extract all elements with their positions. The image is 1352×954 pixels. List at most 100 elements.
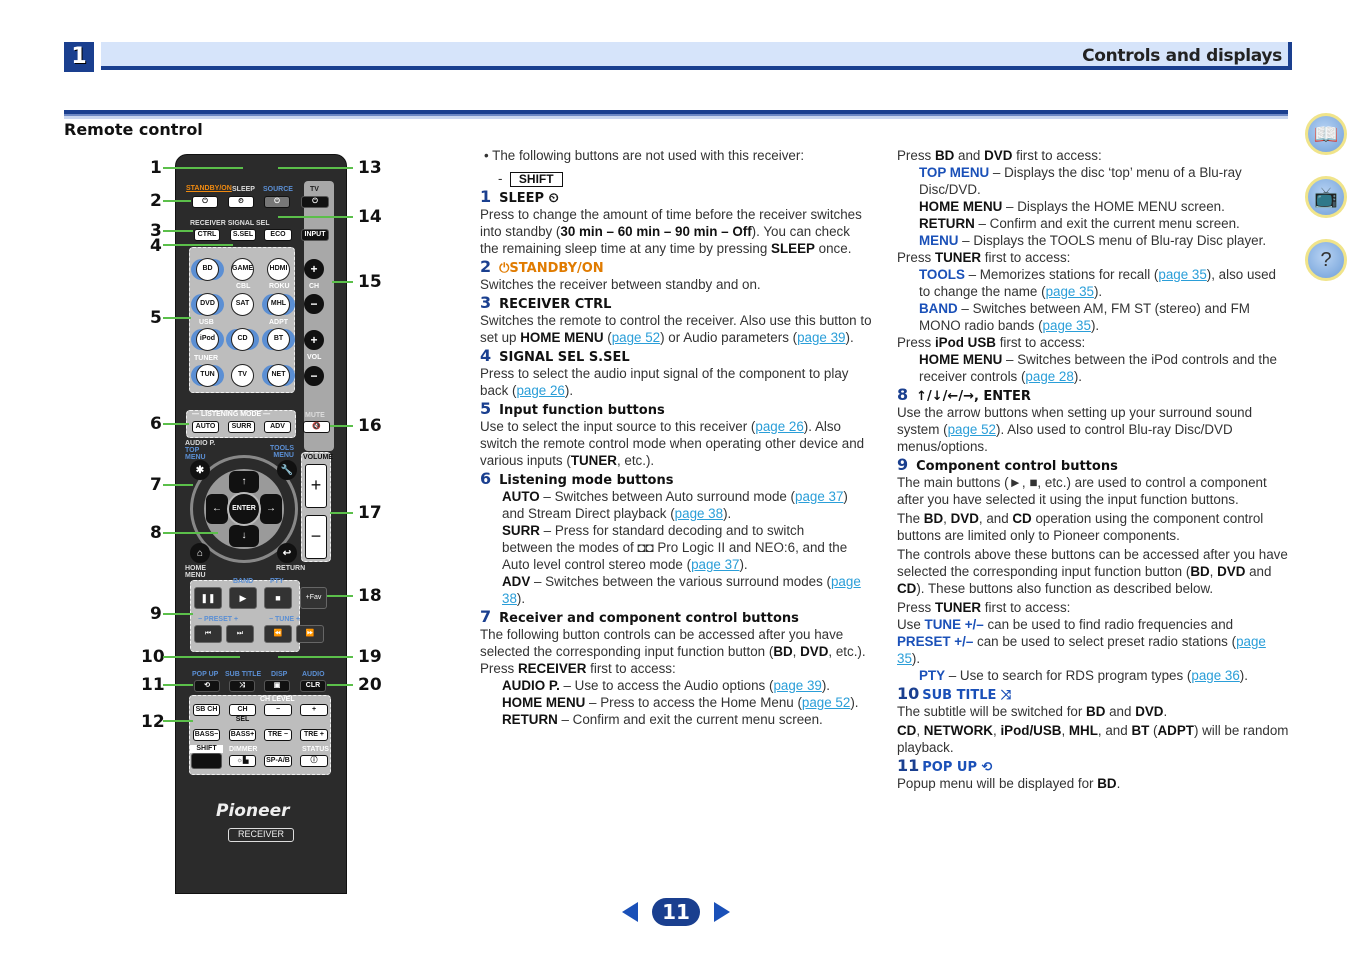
shift-button[interactable] [191,753,222,769]
audio-p-button[interactable]: ✱ [190,460,210,480]
return-desc: RETURN – Confirm and exit the current me… [502,712,823,727]
bd-button[interactable]: BD [196,258,219,281]
ch-sel-button[interactable]: CH SEL [229,704,256,723]
bt-button[interactable]: BT [267,328,290,351]
next-page-arrow-icon[interactable] [714,902,730,922]
sleep-button[interactable]: ⏲ [228,196,254,208]
callout-10: 10 [141,647,165,667]
net-button[interactable]: NET [267,364,290,387]
volume-up-button[interactable]: + [305,464,327,508]
sat-button[interactable]: SAT [231,293,254,316]
return-button[interactable]: ↩ [277,543,297,563]
stop-button[interactable]: ■ [264,587,292,609]
prev-track-button[interactable]: ⏮ [194,625,222,643]
adv-button[interactable]: ADV [264,421,291,433]
source-button[interactable]: ⏻ [264,196,290,208]
down-arrow-button[interactable]: ↓ [229,525,259,547]
ch-level-plus-button[interactable]: + [300,704,328,716]
sub-title-button[interactable]: ⤨ [229,680,255,692]
rewind-button[interactable]: ⏪ [264,625,292,643]
press-ipod: Press iPod USB first to access: [897,335,1086,350]
ch-down-button[interactable]: − [304,294,324,314]
eco-button[interactable]: ECO [264,229,292,241]
book-icon[interactable]: 📖 [1305,113,1347,155]
band-desc: BAND – Switches between AM, FM ST (stere… [919,301,1250,333]
input-button[interactable]: INPUT [301,229,329,241]
ch-label: CH [309,283,320,290]
tre-plus-button[interactable]: TRE + [300,729,328,741]
auto-button[interactable]: AUTO [192,421,219,433]
receiver-remote-icon[interactable]: 📺 [1305,176,1347,218]
page-link[interactable]: page 35 [1046,284,1094,299]
home-menu-button[interactable]: ⌂ [190,543,210,563]
vol-up-button[interactable]: + [304,330,324,350]
next-track-button[interactable]: ⏭ [226,625,254,643]
return-desc-bd: RETURN – Confirm and exit the current me… [919,216,1240,231]
sb-ch-button[interactable]: SB CH [193,704,220,716]
callout-line [163,656,240,658]
ctrl-button[interactable]: CTRL [194,229,220,241]
tools-button[interactable]: 🔧 [277,460,297,480]
page-link[interactable]: page 37 [795,489,843,504]
hdmi-button[interactable]: HDMI [267,258,290,281]
tun-button[interactable]: TUN [196,364,219,387]
dimmer-button[interactable]: ☼▙ [229,755,256,767]
page-link[interactable]: page 37 [691,557,739,572]
item-8-body: Use the arrow buttons when setting up yo… [897,405,1253,454]
game-button[interactable]: GAME [231,258,254,281]
surr-button[interactable]: SURR [228,421,255,433]
pause-button[interactable]: ❚❚ [194,587,222,609]
dvd-button[interactable]: DVD [196,293,219,316]
status-button[interactable]: ⓘ [300,755,328,767]
cd-button[interactable]: CD [231,328,254,351]
page-link[interactable]: page 35 [1043,318,1091,333]
page-link[interactable]: page 39 [773,678,821,693]
tv-input-button[interactable]: TV [231,364,254,387]
page-link[interactable]: page 35 [1158,267,1206,282]
page-link[interactable]: page 52 [948,422,996,437]
item-10-p1: The subtitle will be switched for BD and… [897,704,1168,719]
bass-plus-button[interactable]: BASS+ [229,729,256,741]
surr-desc-cont: between the modes of ◘◘ Pro Logic II and… [502,540,848,572]
sp-ab-button[interactable]: SP-A/B [264,755,292,767]
enter-button[interactable]: ENTER [227,492,261,526]
tre-minus-button[interactable]: TRE − [264,729,292,741]
ssel-button[interactable]: S.SEL [230,229,256,241]
mhl-button[interactable]: MHL [267,293,290,316]
receiver-button[interactable]: RECEIVER [228,828,294,842]
up-arrow-button[interactable]: ↑ [229,471,259,493]
left-arrow-button[interactable]: ← [206,494,228,524]
standby-button[interactable]: ⏻ [192,196,218,208]
page-link[interactable]: page 38 [675,506,723,521]
page-link[interactable]: page 26 [755,419,803,434]
page-link[interactable]: page 52 [612,330,660,345]
page-link[interactable]: page 39 [797,330,845,345]
page-link[interactable]: page 26 [516,383,564,398]
page-link[interactable]: page 52 [802,695,850,710]
sub-title-label: SUB TITLE [225,671,262,678]
mute-button[interactable]: 🔇 [303,421,330,433]
page-number: 11 [652,898,700,926]
clr-button[interactable]: CLR [300,680,326,692]
page-link[interactable]: page 28 [1025,369,1073,384]
vol-down-button[interactable]: − [304,366,324,386]
ch-level-minus-button[interactable]: − [264,704,292,716]
bass-minus-button[interactable]: BASS− [193,729,220,741]
callout-16: 16 [358,416,382,436]
pop-up-button[interactable]: ⟲ [194,680,220,692]
ch-up-button[interactable]: + [304,259,324,279]
tv-power-button[interactable]: ⏻ [301,196,329,208]
previous-page-arrow-icon[interactable] [622,902,638,922]
ipod-button[interactable]: iPod [196,328,219,351]
disp-button[interactable]: ▣ [264,680,290,692]
page-link[interactable]: page 36 [1191,668,1239,683]
callout-19: 19 [358,647,382,667]
item-2-body: Switches the receiver between standby an… [480,277,761,292]
play-button[interactable]: ▶ [229,587,257,609]
right-arrow-button[interactable]: → [260,494,282,524]
fast-forward-button[interactable]: ⏩ [296,625,324,643]
fav-button[interactable]: +Fav [300,587,327,609]
volume-down-button[interactable]: − [305,515,327,559]
help-receiver-icon[interactable]: ? [1305,239,1347,281]
pioneer-logo: Pioneer [216,801,290,821]
